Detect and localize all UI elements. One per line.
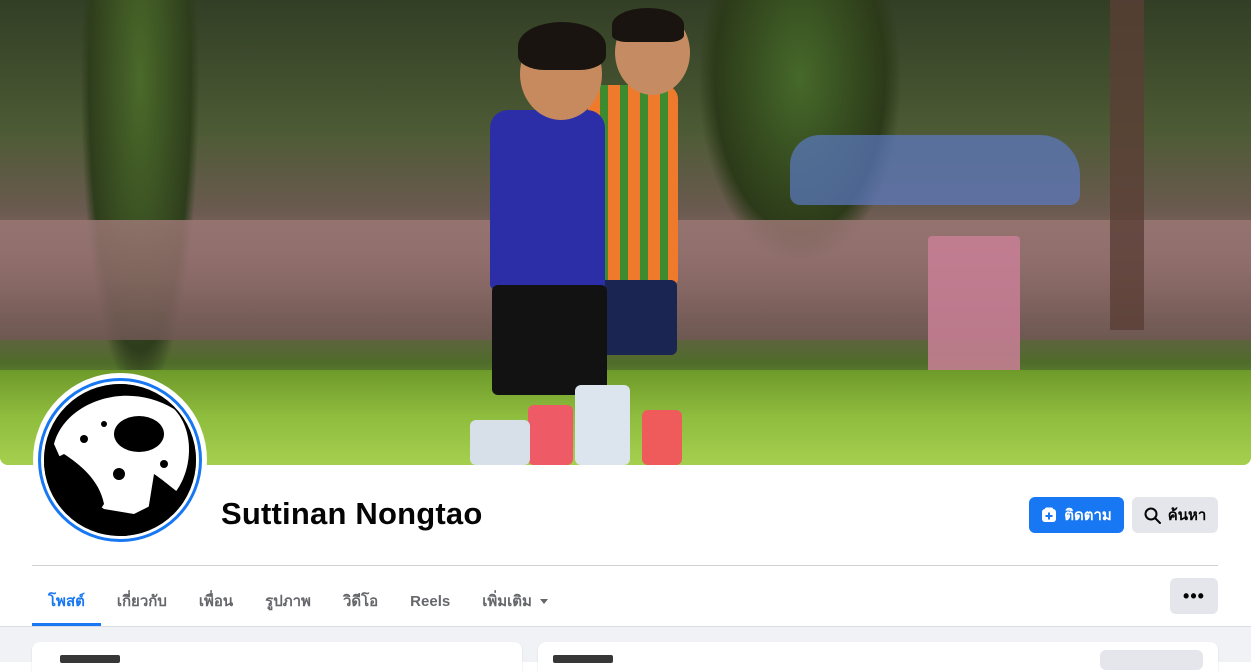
avatar-story-ring (38, 378, 202, 542)
search-icon (1144, 507, 1161, 524)
profile-name: Suttinan Nongtao (221, 496, 483, 531)
header-divider (32, 565, 1218, 566)
follow-button[interactable]: ติดตาม (1029, 497, 1124, 533)
follow-label: ติดตาม (1064, 507, 1112, 524)
tab-videos[interactable]: วิดีโอ (327, 577, 394, 625)
caret-down-icon (539, 598, 548, 604)
follow-plus-icon (1042, 507, 1057, 522)
player-sock (642, 410, 682, 465)
tab-label: รูปภาพ (265, 593, 311, 610)
cover-car (790, 135, 1080, 205)
profile-tabs: โพสต์ เกี่ยวกับ เพื่อน รูปภาพ วิดีโอ Ree… (32, 577, 564, 626)
tab-label: วิดีโอ (342, 593, 379, 610)
tab-reels[interactable]: Reels (394, 577, 466, 625)
search-button[interactable]: ค้นหา (1132, 497, 1218, 533)
player-hair (518, 22, 606, 70)
avatar-skull-graphic (44, 384, 196, 536)
tab-label: โพสต์ (48, 593, 85, 610)
cover-bin (928, 236, 1020, 386)
player-shirt (490, 110, 605, 290)
posts-card-title (553, 655, 613, 663)
tab-posts[interactable]: โพสต์ (32, 577, 101, 626)
more-dots-icon: ••• (1183, 585, 1205, 606)
tab-more[interactable]: เพิ่มเติม (466, 577, 564, 625)
tab-label: เกี่ยวกับ (116, 593, 167, 610)
filters-button[interactable] (1100, 650, 1203, 670)
player-shorts (492, 285, 607, 395)
cover-pole (1110, 0, 1144, 330)
player-sock (575, 385, 630, 465)
search-label: ค้นหา (1167, 507, 1207, 524)
cover-tree (80, 0, 200, 400)
cover-photo[interactable] (0, 0, 1251, 465)
tab-label: เพื่อน (198, 593, 234, 610)
tab-label: เพิ่มเติม (482, 593, 532, 610)
tab-photos[interactable]: รูปภาพ (249, 577, 327, 625)
more-options-button[interactable]: ••• (1170, 578, 1218, 614)
tab-friends[interactable]: เพื่อน (183, 577, 249, 625)
profile-avatar[interactable] (33, 373, 207, 547)
player-hair (612, 8, 684, 42)
player-sock (528, 405, 573, 465)
tab-about[interactable]: เกี่ยวกับ (101, 577, 183, 625)
intro-card-title (60, 655, 120, 663)
player-sock (470, 420, 530, 465)
tab-label: Reels (410, 592, 451, 610)
avatar-image (44, 384, 196, 536)
